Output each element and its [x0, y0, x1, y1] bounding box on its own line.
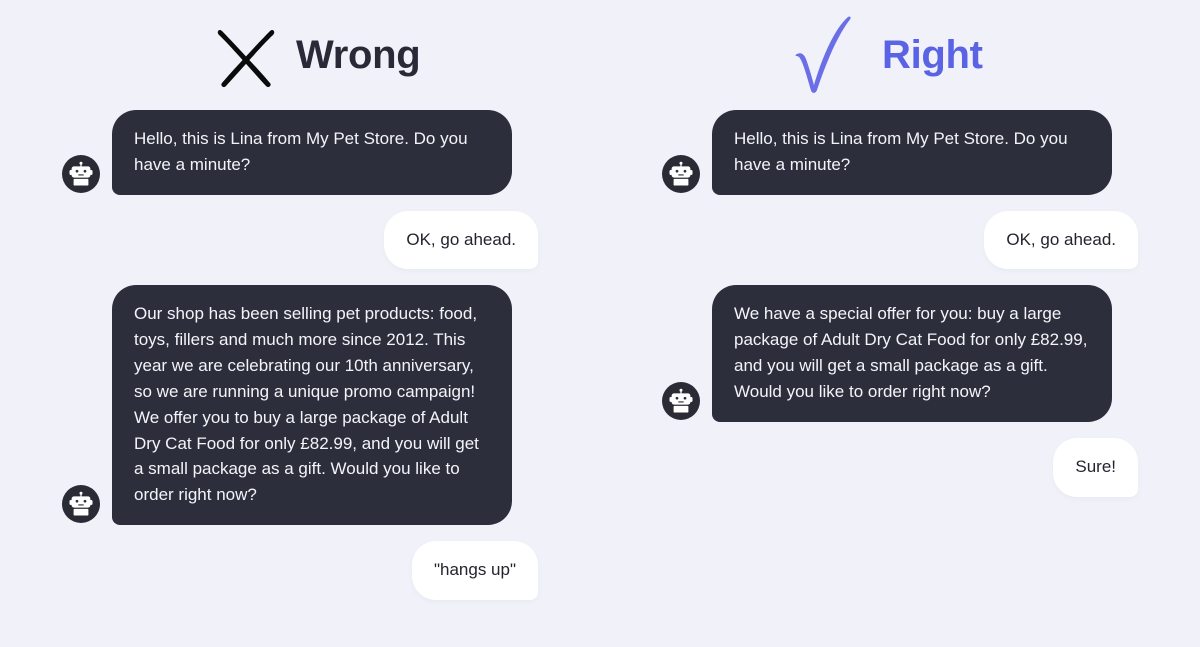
user-message-bubble: OK, go ahead. — [984, 210, 1138, 270]
message-text: OK, go ahead. — [406, 229, 516, 249]
message-row: "hangs up" — [0, 541, 600, 600]
message-row: OK, go ahead. — [0, 210, 600, 270]
wrong-title: Wrong — [296, 33, 421, 77]
bot-message-bubble: Hello, this is Lina from My Pet Store. D… — [112, 110, 512, 195]
cross-icon — [210, 17, 282, 97]
right-conversation: Hello, this is Lina from My Pet Store. D… — [600, 110, 1200, 497]
wrong-header: Wrong — [0, 0, 600, 110]
wrong-conversation: Hello, this is Lina from My Pet Store. D… — [0, 110, 600, 600]
message-row: Our shop has been selling pet products: … — [0, 285, 600, 526]
robot-avatar — [662, 381, 700, 420]
wrong-column: Wrong Hello, this is Lina from My Pet St… — [0, 0, 600, 647]
right-column: Right Hello, this is Lina from My Pet St… — [600, 0, 1200, 647]
robot-avatar — [62, 154, 100, 193]
robot-avatar — [662, 154, 700, 193]
bot-message-bubble: Our shop has been selling pet products: … — [112, 285, 512, 526]
message-text: We have a special offer for you: buy a l… — [734, 304, 1088, 401]
user-message-bubble: "hangs up" — [411, 541, 538, 600]
message-row: We have a special offer for you: buy a l… — [600, 285, 1200, 422]
right-title: Right — [882, 33, 983, 77]
message-row: OK, go ahead. — [600, 210, 1200, 270]
comparison-board: Wrong Hello, this is Lina from My Pet St… — [0, 0, 1200, 647]
robot-avatar — [62, 485, 100, 524]
check-icon — [790, 12, 862, 93]
message-text: Sure! — [1075, 456, 1116, 476]
message-text: Hello, this is Lina from My Pet Store. D… — [134, 129, 468, 174]
message-row: Hello, this is Lina from My Pet Store. D… — [0, 110, 600, 195]
bot-message-bubble: Hello, this is Lina from My Pet Store. D… — [712, 110, 1112, 195]
message-text: OK, go ahead. — [1006, 229, 1116, 249]
message-text: Hello, this is Lina from My Pet Store. D… — [734, 129, 1068, 174]
user-message-bubble: Sure! — [1053, 437, 1138, 497]
message-row: Sure! — [600, 437, 1200, 497]
message-text: "hangs up" — [433, 560, 516, 580]
message-row: Hello, this is Lina from My Pet Store. D… — [600, 110, 1200, 195]
user-message-bubble: OK, go ahead. — [384, 210, 538, 270]
message-text: Our shop has been selling pet products: … — [134, 304, 479, 505]
bot-message-bubble: We have a special offer for you: buy a l… — [712, 285, 1112, 422]
right-header: Right — [600, 0, 1200, 110]
